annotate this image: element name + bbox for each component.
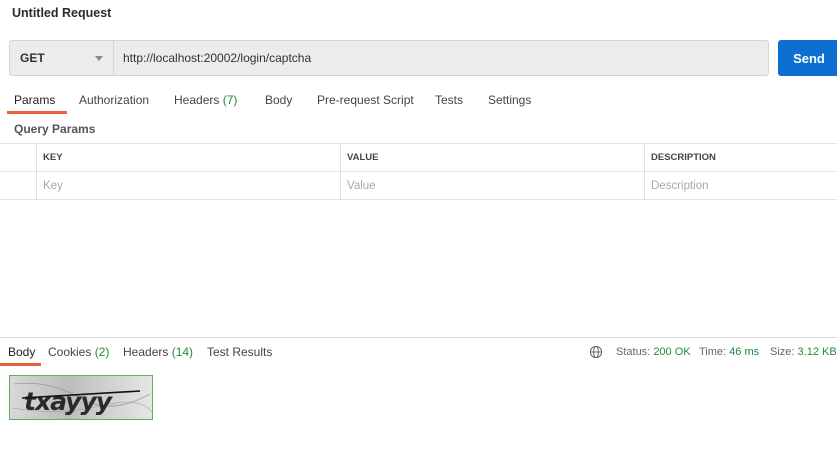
tab-authorization[interactable]: Authorization bbox=[79, 86, 149, 114]
tab-label: Body bbox=[8, 345, 36, 359]
globe-icon[interactable] bbox=[589, 345, 603, 359]
tab-body[interactable]: Body bbox=[265, 86, 292, 114]
size-indicator[interactable]: Size: 3.12 KB bbox=[770, 340, 837, 364]
checkbox-column-header bbox=[0, 144, 36, 172]
params-table: KEY VALUE DESCRIPTION Key Value Descript… bbox=[0, 143, 837, 200]
tab-label: Cookies bbox=[48, 345, 92, 359]
method-label: GET bbox=[20, 51, 45, 65]
captcha-graphic: txayyy bbox=[11, 382, 152, 416]
description-input[interactable]: Description bbox=[644, 172, 837, 200]
response-tab-body[interactable]: Body bbox=[0, 340, 42, 366]
tab-label: Tests bbox=[435, 93, 464, 107]
tab-label: Headers bbox=[123, 345, 169, 359]
tab-count: (2) bbox=[94, 345, 110, 359]
time-label: Time: bbox=[699, 346, 727, 358]
response-tab-headers[interactable]: Headers (14) bbox=[123, 340, 193, 364]
value-column-header: VALUE bbox=[340, 144, 644, 172]
tab-label: Pre-request Script bbox=[317, 93, 414, 107]
query-params-title: Query Params bbox=[14, 122, 96, 136]
captcha-image: txayyy bbox=[9, 375, 153, 420]
table-row: Key Value Description bbox=[0, 172, 837, 200]
tab-label: Authorization bbox=[79, 93, 150, 107]
time-indicator[interactable]: Time: 46 ms bbox=[699, 340, 759, 364]
tab-pre-request-script[interactable]: Pre-request Script bbox=[317, 86, 414, 114]
time-value: 46 ms bbox=[729, 346, 760, 358]
tab-label: Test Results bbox=[207, 345, 273, 359]
key-column-header: KEY bbox=[36, 144, 340, 172]
tab-params[interactable]: Params bbox=[6, 86, 68, 114]
description-column-header: DESCRIPTION bbox=[644, 144, 837, 172]
response-tab-cookies[interactable]: Cookies (2) bbox=[48, 340, 109, 364]
tab-headers[interactable]: Headers (7) bbox=[174, 86, 237, 114]
table-header-row: KEY VALUE DESCRIPTION bbox=[0, 144, 837, 172]
size-value: 3.12 KB bbox=[797, 346, 837, 358]
tab-label: Body bbox=[265, 93, 293, 107]
tab-settings[interactable]: Settings bbox=[488, 86, 531, 114]
size-label: Size: bbox=[770, 346, 795, 358]
response-tab-test-results[interactable]: Test Results bbox=[207, 340, 272, 364]
row-checkbox-cell bbox=[0, 172, 36, 200]
tab-label: Settings bbox=[488, 93, 532, 107]
captcha-text: txayyy bbox=[24, 387, 114, 416]
tab-tests[interactable]: Tests bbox=[435, 86, 463, 114]
tab-label: Params bbox=[14, 93, 56, 107]
key-input[interactable]: Key bbox=[36, 172, 340, 200]
method-select[interactable]: GET bbox=[10, 41, 114, 75]
request-tabs: Params Authorization Headers (7) Body Pr… bbox=[0, 86, 837, 114]
status-label: Status: bbox=[616, 346, 651, 358]
status-indicator[interactable]: Status: 200 OK bbox=[616, 340, 691, 364]
url-input[interactable] bbox=[114, 41, 768, 75]
send-button[interactable]: Send bbox=[778, 40, 837, 76]
url-bar: GET bbox=[9, 40, 769, 76]
value-input[interactable]: Value bbox=[340, 172, 644, 200]
chevron-down-icon bbox=[95, 56, 103, 61]
request-title: Untitled Request bbox=[12, 6, 112, 20]
status-value: 200 OK bbox=[653, 346, 691, 358]
tab-count: (14) bbox=[171, 345, 194, 359]
pane-divider[interactable] bbox=[0, 337, 837, 338]
tab-count: (7) bbox=[222, 93, 238, 107]
tab-label: Headers bbox=[174, 93, 220, 107]
